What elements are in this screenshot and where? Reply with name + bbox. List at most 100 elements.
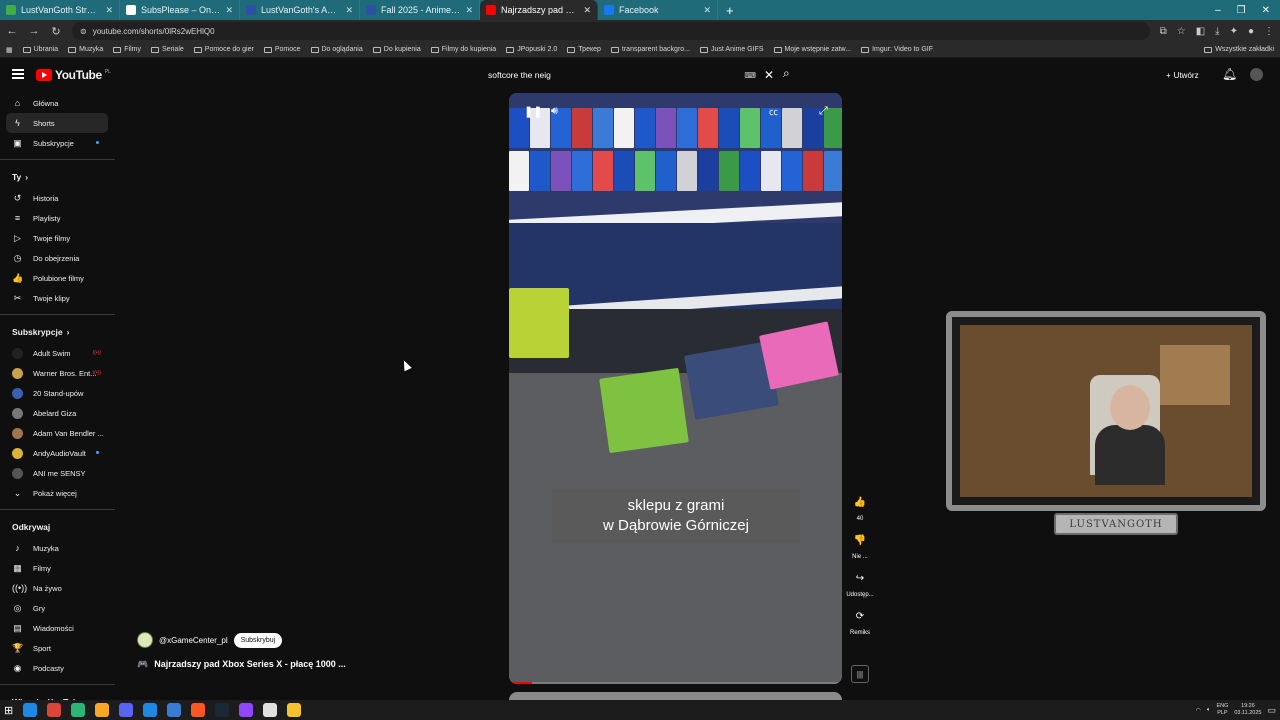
bookmark-item[interactable]: Ubrania [22, 46, 58, 53]
create-button[interactable]: + Utwórz [1166, 66, 1199, 84]
keyboard-icon[interactable]: ⌨ [744, 71, 756, 80]
sidebar-item[interactable]: ((•)) Na żywo [0, 578, 115, 598]
shorts-video-player[interactable]: ❚❚ 🔊︎ ㏄ ⤢ sklepu z grami w Dąbrowie Górn… [509, 93, 842, 684]
bookmark-item[interactable]: Moje wstępnie zatw... [773, 46, 851, 53]
account-avatar[interactable] [1250, 68, 1263, 81]
bookmark-item[interactable]: Muzyka [68, 46, 103, 53]
bookmark-item[interactable]: Do oglądania [310, 46, 363, 53]
browser-tab[interactable]: LustVanGoth Stream - Watch L ✕ [0, 0, 120, 20]
short-title[interactable]: 🎮 Najrzadszy pad Xbox Series X - płacę 1… [137, 659, 346, 670]
taskbar-app-icon[interactable] [95, 703, 110, 717]
taskbar-app-icon[interactable] [167, 703, 182, 717]
audio-waveform-icon[interactable]: ||| [851, 665, 869, 683]
sidebar-item[interactable]: ANI me SENSY [0, 463, 115, 483]
browser-tab[interactable]: LustVanGoth's Anime List - My ✕ [240, 0, 360, 20]
sidebar-item[interactable]: ≡ Playlisty [0, 208, 115, 228]
taskbar-app-icon[interactable] [47, 703, 62, 717]
sidebar-item[interactable]: Adult Swim ((•)) [0, 343, 115, 363]
volume-icon[interactable]: 🔊︎ [551, 105, 558, 118]
close-tab-icon[interactable]: ✕ [345, 5, 353, 16]
remix-action[interactable]: ⟳ Remiks [845, 606, 875, 637]
all-bookmarks[interactable]: Wszystkie zakładki [1204, 46, 1274, 53]
taskbar-app-icon[interactable] [23, 703, 38, 717]
bookmark-item[interactable]: Do kupienia [372, 46, 421, 53]
browser-tab[interactable]: Fall 2025 - Anime - MyAnimeLi ✕ [360, 0, 480, 20]
pause-icon[interactable]: ❚❚ [524, 105, 542, 118]
extension-icon[interactable]: ◧ [1196, 26, 1205, 37]
clear-search-icon[interactable]: ✕ [764, 68, 774, 82]
sidebar-item[interactable]: ▦ Filmy [0, 558, 115, 578]
show-more-button[interactable]: ⌄ Pokaż więcej [0, 483, 115, 503]
start-windows-icon[interactable]: ⊞ [4, 704, 13, 717]
sidebar-item[interactable]: Abelard Giza [0, 403, 115, 423]
bookmark-item[interactable]: JPopuski 2.0 [506, 46, 557, 53]
sidebar-item[interactable]: ▣ Subskrypcje [0, 133, 115, 153]
site-info-icon[interactable]: ⊜ [80, 27, 87, 36]
bookmark-item[interactable]: Filmy [113, 46, 141, 53]
close-tab-icon[interactable]: ✕ [465, 5, 473, 16]
channel-name[interactable]: @xGameCenter_pl [159, 636, 228, 645]
bookmark-item[interactable]: Seriale [150, 46, 184, 53]
sidebar-item[interactable]: ▤ Wiadomości [0, 618, 115, 638]
sidebar-item[interactable]: ◷ Do obejrzenia [0, 248, 115, 268]
taskbar-app-icon[interactable] [287, 703, 302, 717]
sidebar-item[interactable]: ◉ Podcasty [0, 658, 115, 678]
sidebar-item[interactable]: 🏆 Sport [0, 638, 115, 658]
taskbar-app-icon[interactable] [263, 703, 278, 717]
sidebar-item[interactable]: ✂ Twoje klipy [0, 288, 115, 308]
browser-tab[interactable]: SubsPlease – One stop shop fo ✕ [120, 0, 240, 20]
bookmark-item[interactable]: Pomoce do gier [193, 46, 254, 53]
youtube-logo[interactable]: YouTube PL [36, 68, 111, 82]
sidebar-item[interactable]: 20 Stand-upów [0, 383, 115, 403]
clock[interactable]: 19:26 03.11.2025 [1234, 703, 1261, 717]
subscribe-button[interactable]: Subskrybuj [233, 632, 283, 648]
close-tab-icon[interactable]: ✕ [105, 5, 113, 16]
close-window-icon[interactable]: ✕ [1262, 5, 1270, 16]
search-input[interactable]: softcore the neig ⌨ ✕ [480, 64, 782, 86]
browser-tab[interactable]: Najrzadszy pad Xbox Se ✕ [480, 0, 598, 20]
menu-dots-icon[interactable]: ⋮ [1264, 26, 1274, 37]
close-tab-icon[interactable]: ✕ [225, 5, 233, 16]
sidebar-item[interactable]: AndyAudioVault [0, 443, 115, 463]
sidebar-section-you[interactable]: Ty › [0, 166, 115, 188]
language-indicator[interactable]: ENG PLP [1216, 703, 1228, 717]
search-icon[interactable]: ⌕ [783, 66, 799, 82]
bookmark-star-icon[interactable]: ☆ [1177, 26, 1186, 37]
reload-icon[interactable]: ↻ [50, 25, 62, 38]
sidebar-item[interactable]: ◎ Gry [0, 598, 115, 618]
sidebar-item[interactable]: Adam Van Bendler ... [0, 423, 115, 443]
remix-icon[interactable]: ⟳ [850, 606, 870, 626]
captions-icon[interactable]: ㏄ [769, 105, 778, 118]
bookmark-item[interactable]: Трекер [567, 46, 601, 53]
dislike-action[interactable]: 👎 Nie ... [845, 530, 875, 561]
taskbar-app-icon[interactable] [191, 703, 206, 717]
sidebar-item[interactable]: ⌂ Główna [0, 93, 115, 113]
taskbar-app-icon[interactable] [143, 703, 158, 717]
back-arrow-icon[interactable]: ← [6, 25, 18, 37]
sidebar-item[interactable]: ϟ Shorts [6, 113, 108, 133]
taskbar-app-icon[interactable] [239, 703, 254, 717]
notifications-bell-icon[interactable]: 🔔︎ [1222, 67, 1237, 81]
like-action[interactable]: 👍 40 [845, 492, 875, 523]
hamburger-menu-icon[interactable] [12, 69, 24, 79]
sidebar-item[interactable]: ♪ Muzyka [0, 538, 115, 558]
taskbar-app-icon[interactable] [215, 703, 230, 717]
puzzle-icon[interactable]: ✦ [1230, 26, 1238, 37]
bookmark-item[interactable]: Imgur: Video to GIF [861, 46, 933, 53]
wifi-icon[interactable]: ◠ [1196, 707, 1201, 714]
new-tab-button[interactable]: + [718, 3, 742, 18]
close-tab-icon[interactable]: ✕ [703, 5, 711, 16]
share-action[interactable]: ↪ Udostęp... [845, 568, 875, 599]
browser-tab[interactable]: Facebook ✕ [598, 0, 718, 20]
sidebar-item[interactable]: ▷ Twoje filmy [0, 228, 115, 248]
profile-icon[interactable]: ● [1248, 26, 1254, 37]
bookmark-item[interactable]: Just Anime GIFS [700, 46, 764, 53]
taskbar-app-icon[interactable] [71, 703, 86, 717]
share-icon[interactable]: ↪ [850, 568, 870, 588]
minimize-icon[interactable]: – [1215, 5, 1221, 16]
close-tab-icon[interactable]: ✕ [583, 5, 591, 16]
install-icon[interactable]: ⧉ [1160, 26, 1167, 37]
taskbar-app-icon[interactable] [119, 703, 134, 717]
fullscreen-icon[interactable]: ⤢ [819, 105, 828, 118]
channel-avatar[interactable] [137, 632, 153, 648]
